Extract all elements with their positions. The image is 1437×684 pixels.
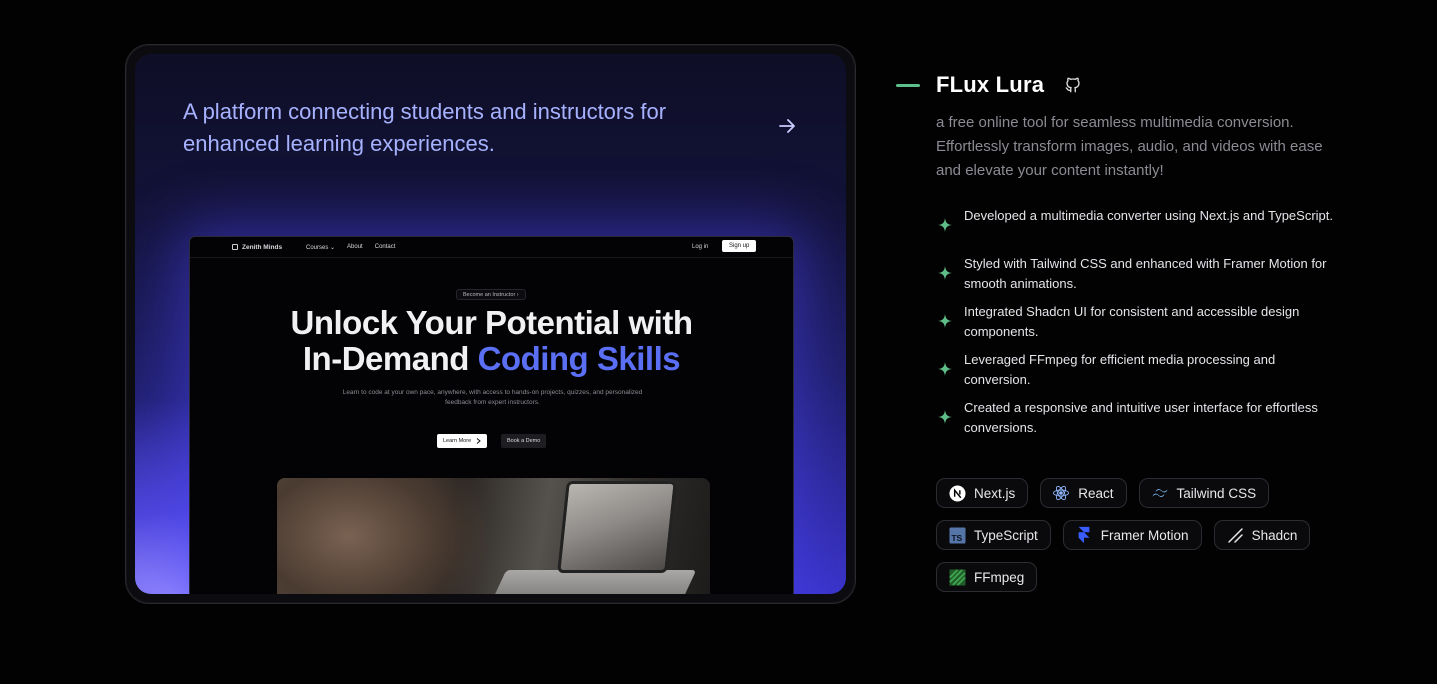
laptop-screen-image — [557, 481, 677, 573]
tag-label: TypeScript — [974, 527, 1038, 543]
sparkle-icon — [938, 218, 952, 232]
tag-label: React — [1078, 485, 1114, 501]
typescript-icon: TS — [948, 526, 966, 544]
project-preview: A platform connecting students and instr… — [135, 54, 846, 594]
github-icon[interactable] — [1064, 76, 1082, 94]
feature-text: Created a responsive and intuitive user … — [964, 400, 1318, 435]
tag-typescript[interactable]: TS TypeScript — [936, 520, 1051, 550]
project-title: FLux Lura — [936, 72, 1045, 97]
tag-framer-motion[interactable]: Framer Motion — [1062, 520, 1202, 550]
logo-icon — [232, 244, 238, 250]
site-headline: Unlock Your Potential with In-Demand Cod… — [190, 305, 793, 377]
site-headline-prefix: In-Demand — [302, 340, 478, 377]
tag-label: Shadcn — [1251, 527, 1298, 543]
site-headline-line-2: In-Demand Coding Skills — [190, 341, 793, 377]
site-headline-line-1: Unlock Your Potential with — [290, 304, 693, 341]
nextjs-icon — [948, 484, 966, 502]
project-tagline: A platform connecting students and instr… — [183, 99, 667, 156]
tag-ffmpeg[interactable]: FFmpeg — [936, 562, 1038, 592]
feature-item: Developed a multimedia converter using N… — [936, 206, 1336, 254]
sparkle-icon — [938, 362, 952, 376]
website-screenshot: Zenith Minds Courses ⌄ About Contact Log… — [189, 236, 794, 594]
site-nav-courses: Courses ⌄ — [306, 244, 336, 251]
svg-text:TS: TS — [951, 533, 962, 543]
sparkle-icon — [938, 266, 952, 280]
sparkle-icon — [938, 410, 952, 424]
feature-text: Integrated Shadcn UI for consistent and … — [964, 304, 1300, 339]
sparkle-icon — [938, 314, 952, 328]
site-navbar: Zenith Minds Courses ⌄ About Contact Log… — [190, 237, 793, 258]
project-preview-card[interactable]: A platform connecting students and instr… — [125, 44, 856, 604]
feature-text: Leveraged FFmpeg for efficient media pro… — [964, 352, 1276, 387]
site-nav-contact: Contact — [374, 243, 396, 250]
feature-text: Styled with Tailwind CSS and enhanced wi… — [964, 256, 1327, 291]
site-learn-more-label: Learn More — [443, 438, 472, 444]
feature-list: Developed a multimedia converter using N… — [936, 206, 1336, 446]
feature-item: Integrated Shadcn UI for consistent and … — [936, 302, 1336, 350]
site-logo: Zenith Minds — [232, 244, 282, 251]
chevron-right-icon — [476, 438, 481, 444]
site-login: Log in — [692, 244, 709, 250]
site-book-demo-button: Book a Demo — [501, 434, 547, 448]
tag-tailwind[interactable]: Tailwind CSS — [1138, 478, 1270, 508]
tag-nextjs[interactable]: Next.js — [936, 478, 1029, 508]
feature-item: Leveraged FFmpeg for efficient media pro… — [936, 350, 1336, 398]
title-dash-decoration — [896, 83, 920, 87]
site-signup: Sign up — [722, 240, 757, 252]
tech-stack-tags: Next.js React Tailwind CSS TS TypeScript… — [936, 478, 1356, 592]
react-icon — [1052, 484, 1070, 502]
feature-item: Created a responsive and intuitive user … — [936, 398, 1336, 446]
project-description: a free online tool for seamless multimed… — [936, 114, 1323, 179]
site-nav-links: Courses ⌄ About Contact — [306, 244, 395, 251]
ffmpeg-icon — [948, 568, 966, 586]
tag-label: FFmpeg — [974, 569, 1025, 585]
site-book-demo-label: Book a Demo — [507, 438, 541, 444]
arrow-right-icon[interactable] — [775, 114, 799, 138]
laptop-image — [487, 570, 697, 594]
site-brand: Zenith Minds — [242, 243, 283, 251]
site-hero-video — [277, 478, 710, 594]
site-subtitle: Learn to code at your own pace, anywhere… — [342, 389, 643, 406]
feature-item: Styled with Tailwind CSS and enhanced wi… — [936, 254, 1336, 302]
tag-label: Tailwind CSS — [1176, 485, 1257, 501]
tag-label: Framer Motion — [1100, 527, 1189, 543]
site-instructor-pill: Become an Instructor › — [456, 289, 526, 300]
tag-label: Next.js — [974, 485, 1016, 501]
tag-react[interactable]: React — [1040, 478, 1127, 508]
project-title-row: FLux Lura — [896, 70, 1082, 100]
tag-shadcn[interactable]: Shadcn — [1213, 520, 1311, 550]
site-learn-more-button: Learn More — [437, 434, 488, 448]
feature-text: Developed a multimedia converter using N… — [964, 208, 1334, 223]
shadcn-icon — [1226, 526, 1244, 544]
person-image — [277, 478, 487, 594]
tailwind-icon — [1151, 484, 1169, 502]
framer-icon — [1075, 526, 1093, 544]
site-headline-accent: Coding Skills — [477, 340, 681, 377]
site-nav-about: About — [347, 243, 363, 250]
